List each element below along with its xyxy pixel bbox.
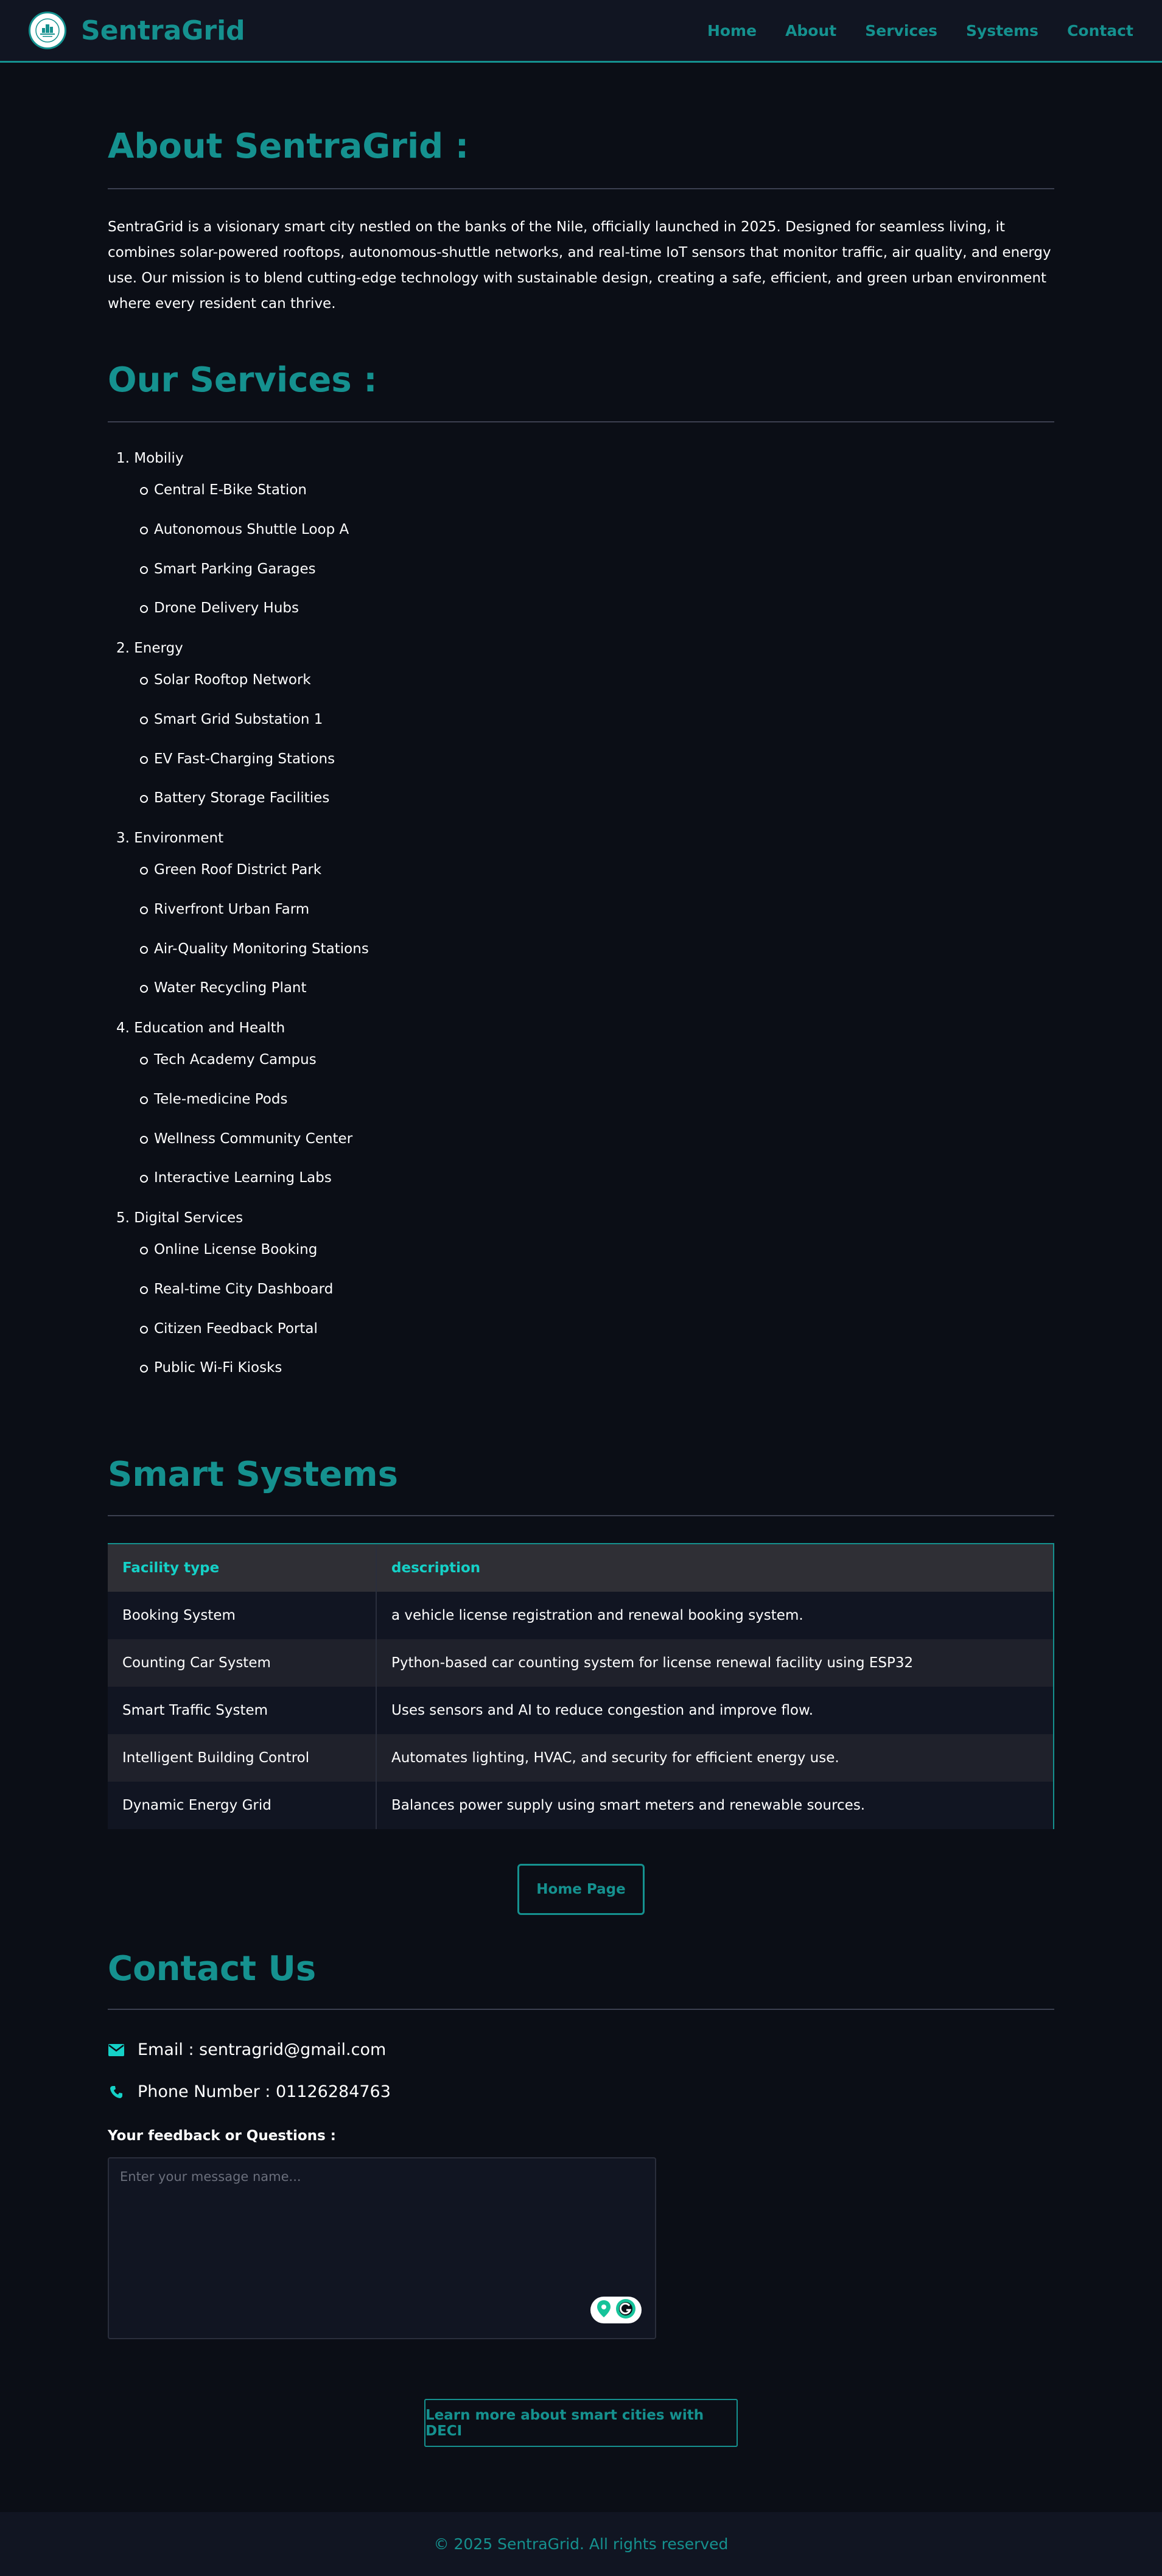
envelope-icon [108, 2043, 125, 2056]
table-row: Booking System a vehicle license registr… [108, 1592, 1053, 1639]
facility-cell: Booking System [122, 1608, 236, 1623]
service-item: Smart Parking Garages [140, 561, 316, 577]
service-item: Solar Rooftop Network [140, 672, 311, 688]
phone-text: Phone Number : 01126284763 [138, 2082, 391, 2101]
service-category-energy: 2. Energy [116, 640, 183, 656]
facility-cell: Intelligent Building Control [122, 1750, 310, 1766]
feedback-label: Your feedback or Questions : [108, 2128, 336, 2144]
services-list: 1. Mobiliy Central E-Bike Station Autono… [108, 450, 716, 1382]
contact-phone: Phone Number : 01126284763 [108, 2082, 391, 2101]
description-cell: Python-based car counting system for lic… [391, 1655, 914, 1671]
nav-services[interactable]: Services [865, 22, 937, 40]
services-divider [108, 421, 1054, 422]
systems-title: Smart Systems [108, 1455, 398, 1494]
grammarly-icon[interactable] [615, 2298, 636, 2322]
site-header: SentraGrid Home About Services Systems C… [0, 0, 1162, 63]
logo-icon[interactable] [29, 12, 66, 49]
phone-icon [108, 2085, 125, 2099]
about-text: SentraGrid is a visionary smart city nes… [108, 219, 1051, 312]
systems-divider [108, 1515, 1054, 1516]
service-item: EV Fast-Charging Stations [139, 751, 335, 767]
facility-cell: Counting Car System [122, 1655, 271, 1671]
service-item: Wellness Community Center [139, 1131, 353, 1147]
description-cell: Uses sensors and AI to reduce congestion… [391, 1703, 814, 1718]
column-header-facility: Facility type [122, 1560, 220, 1576]
description-cell: a vehicle license registration and renew… [391, 1608, 803, 1623]
table-row: Dynamic Energy Grid Balances power suppl… [108, 1782, 1053, 1829]
service-category-environment: 3. Environment [116, 830, 224, 846]
services-title: Our Services : [108, 360, 377, 400]
brand-name[interactable]: SentraGrid [81, 15, 245, 46]
table-row: Intelligent Building Control Automates l… [108, 1734, 1053, 1782]
service-item: Air-Quality Monitoring Stations [140, 941, 369, 957]
contact-title: Contact Us [108, 1949, 317, 1989]
nav-systems[interactable]: Systems [966, 22, 1038, 40]
service-category-digital: 5. Digital Services [116, 1210, 243, 1226]
service-item: Tele-medicine Pods [139, 1091, 288, 1107]
about-divider [108, 188, 1054, 189]
table-header: Facility type description [108, 1544, 1053, 1592]
service-item: Riverfront Urban Farm [139, 901, 310, 917]
service-category-education-health: 4. Education and Health [116, 1020, 285, 1036]
message-textarea[interactable] [108, 2157, 656, 2339]
facility-cell: Dynamic Energy Grid [122, 1797, 271, 1813]
service-item: Central E-Bike Station [140, 482, 307, 498]
description-cell: Balances power supply using smart meters… [391, 1797, 866, 1813]
systems-table: Facility type description Booking System… [108, 1543, 1054, 1829]
learn-more-button[interactable]: Learn more about smart cities with DECI [424, 2399, 738, 2447]
main-nav: Home About Services Systems Contact [679, 22, 1133, 40]
service-item: Online License Booking [139, 1242, 318, 1258]
home-page-button[interactable]: Home Page [517, 1864, 645, 1915]
location-pin-icon[interactable] [596, 2300, 612, 2320]
service-item: Public Wi-Fi Kiosks [139, 1360, 282, 1376]
description-cell: Automates lighting, HVAC, and security f… [391, 1750, 839, 1766]
nav-home[interactable]: Home [707, 22, 757, 40]
table-row: Smart Traffic System Uses sensors and AI… [108, 1687, 1053, 1734]
column-header-description: description [391, 1560, 481, 1576]
table-row: Counting Car System Python-based car cou… [108, 1639, 1053, 1687]
nav-about[interactable]: About [785, 22, 836, 40]
site-footer: © 2025 SentraGrid. All rights reserved [0, 2512, 1162, 2576]
grammarly-widget[interactable] [590, 2297, 642, 2323]
facility-cell: Smart Traffic System [122, 1703, 268, 1718]
service-item: Real-time City Dashboard [139, 1281, 334, 1297]
service-item: Green Roof District Park [139, 862, 322, 878]
nav-contact[interactable]: Contact [1067, 22, 1133, 40]
contact-divider [108, 2009, 1054, 2010]
service-item: Autonomous Shuttle Loop A [139, 522, 349, 537]
service-item: Interactive Learning Labs [140, 1170, 332, 1186]
about-title: About SentraGrid : [108, 127, 469, 166]
email-text: Email : sentragrid@gmail.com [138, 2040, 387, 2059]
service-item: Battery Storage Facilities [139, 790, 330, 806]
service-item: Citizen Feedback Portal [140, 1321, 318, 1337]
copyright-text: © 2025 SentraGrid. All rights reserved [433, 2535, 729, 2553]
service-item: Drone Delivery Hubs [139, 600, 299, 616]
service-item: Water Recycling Plant [140, 980, 307, 996]
service-item: Smart Grid Substation 1 [139, 712, 323, 727]
contact-email: Email : sentragrid@gmail.com [108, 2040, 386, 2059]
service-category-mobility: 1. Mobiliy [116, 450, 184, 466]
service-item: Tech Academy Campus [140, 1052, 317, 1068]
